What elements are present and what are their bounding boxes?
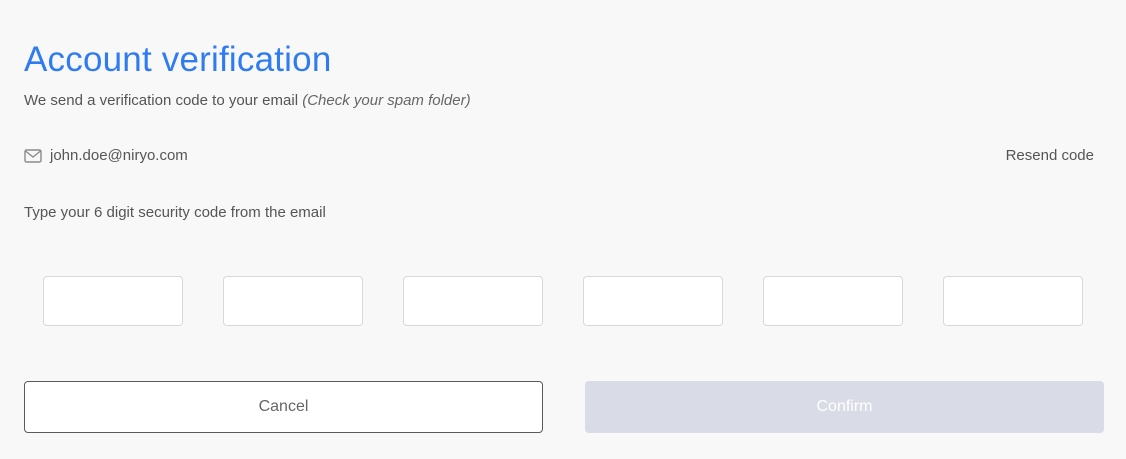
email-row: john.doe@niryo.com: [24, 145, 188, 167]
confirm-button[interactable]: Confirm: [585, 381, 1104, 433]
subtitle: We send a verification code to your emai…: [24, 91, 471, 111]
subtitle-text: We send a verification code to your emai…: [24, 92, 303, 109]
code-digit-3[interactable]: [403, 276, 543, 326]
page-title: Account verification: [24, 40, 332, 79]
instruction-text: Type your 6 digit security code from the…: [24, 204, 326, 221]
code-digit-4[interactable]: [583, 276, 723, 326]
spam-folder-hint: (Check your spam folder): [302, 92, 471, 109]
code-digit-6[interactable]: [943, 276, 1083, 326]
cancel-button[interactable]: Cancel: [24, 381, 543, 433]
code-digit-2[interactable]: [223, 276, 363, 326]
resend-code-link[interactable]: Resend code: [1006, 145, 1094, 167]
envelope-icon: [24, 145, 44, 167]
code-digit-1[interactable]: [43, 276, 183, 326]
email-address: john.doe@niryo.com: [50, 147, 188, 164]
code-digit-5[interactable]: [763, 276, 903, 326]
